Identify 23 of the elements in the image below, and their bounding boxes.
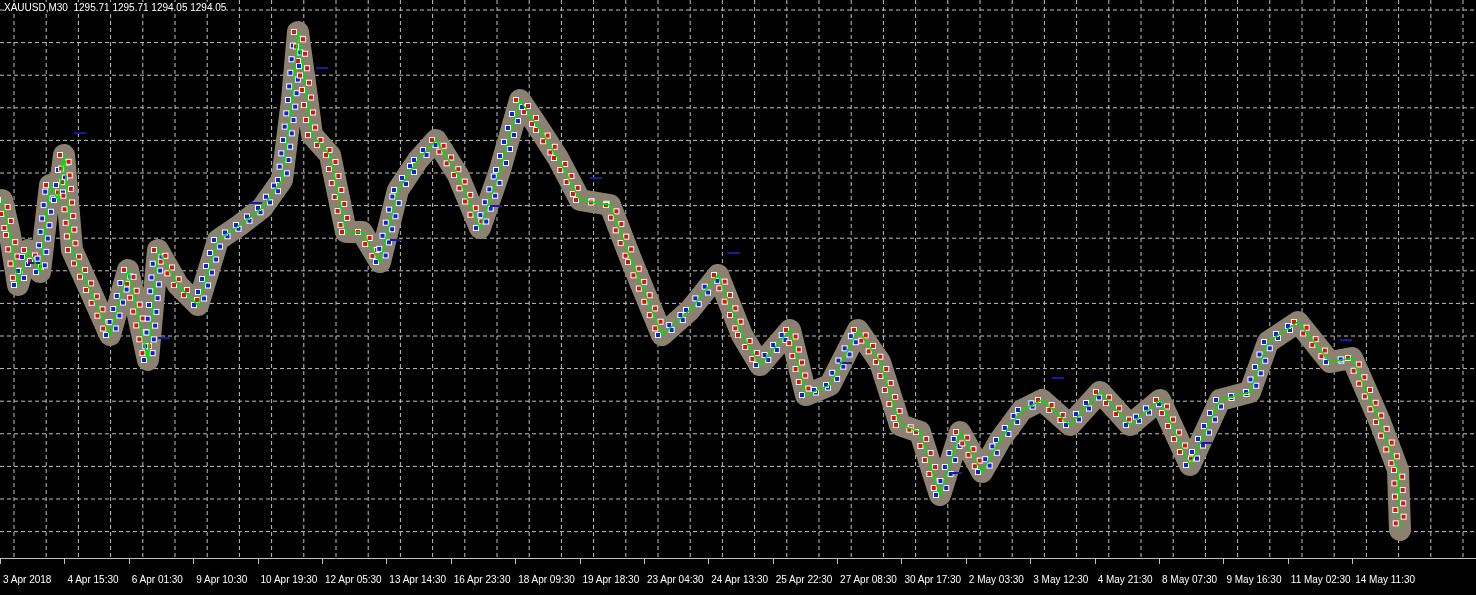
time-axis-label: 30 Apr 17:30: [904, 574, 962, 586]
time-axis-label: 9 Apr 10:30: [196, 574, 248, 586]
chart-title: XAUUSD,M30 1295.71 1295.71 1294.05 1294.05: [4, 2, 227, 14]
time-axis-label: 9 May 16:30: [1226, 574, 1282, 586]
time-axis-label: 3 May 12:30: [1033, 574, 1089, 586]
time-axis-label: 6 Apr 01:30: [131, 574, 183, 586]
time-axis-label: 13 Apr 14:30: [389, 574, 447, 586]
time-axis-label: 25 Apr 22:30: [775, 574, 833, 586]
time-axis-label: 3 Apr 2018: [3, 574, 52, 586]
time-axis-label: 19 Apr 18:30: [582, 574, 640, 586]
time-axis-label: 16 Apr 23:30: [453, 574, 511, 586]
time-axis-label: 2 May 03:30: [968, 574, 1024, 586]
time-axis-label: 27 Apr 08:30: [840, 574, 897, 586]
time-axis-label: 4 Apr 15:30: [67, 574, 119, 586]
time-axis-label: 18 Apr 09:30: [518, 574, 575, 586]
time-axis-label: 14 May 11:30: [1355, 574, 1416, 586]
time-axis-label: 24 Apr 13:30: [711, 574, 768, 586]
time-axis-label: 12 Apr 05:30: [324, 574, 382, 586]
time-axis-label: 11 May 02:30: [1290, 574, 1351, 586]
time-axis-label: 10 Apr 19:30: [260, 574, 318, 586]
time-axis-label: 8 May 07:30: [1162, 574, 1218, 586]
time-axis-label: 23 Apr 04:30: [646, 574, 704, 586]
time-axis-label: 4 May 21:30: [1097, 574, 1153, 586]
